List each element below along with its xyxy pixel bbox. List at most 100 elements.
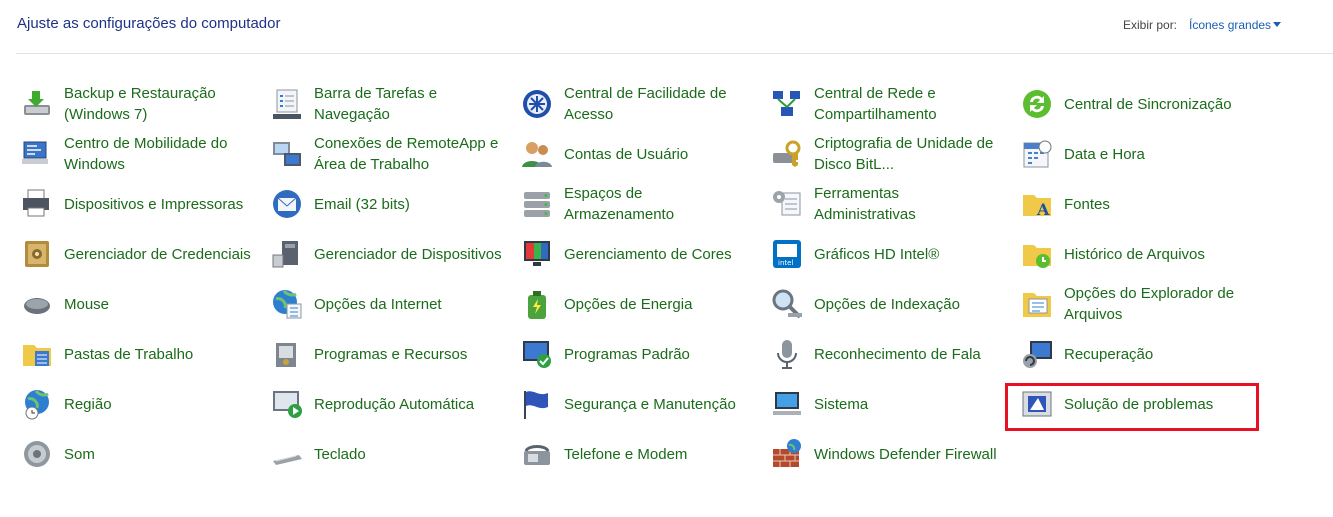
credential-vault-icon [20,237,54,271]
control-panel-item-label: Data e Hora [1064,145,1145,163]
control-panel-item[interactable]: Central de Rede e Compartilhamento [770,81,1010,127]
control-panel-item[interactable]: Programas Padrão [520,331,760,377]
control-panel-item-label: Fontes [1064,195,1110,213]
storage-spaces-icon [520,187,554,221]
fonts-folder-icon: A [1020,187,1054,221]
control-panel-item[interactable]: Reprodução Automática [270,381,510,427]
programs-features-icon [270,337,304,371]
control-panel-item[interactable]: Programas e Recursos [270,331,510,377]
keyboard-icon [270,437,304,471]
control-panel-item[interactable]: Dispositivos e Impressoras [20,181,260,227]
flag-icon [520,387,554,421]
control-panel-item-label: Pastas de Trabalho [64,345,194,363]
mouse-icon [20,287,54,321]
control-panel-item-label: Segurança e Manutenção [564,395,736,413]
control-panel-item-label: Sistema [814,395,869,413]
control-panel-item-label: Reconhecimento de Fala [814,345,981,363]
control-panel-item[interactable]: Central de Facilidade de Acesso [520,81,760,127]
file-history-icon [1020,237,1054,271]
control-panel-item[interactable]: Opções do Explorador de Arquivos [1020,281,1260,327]
control-panel-item[interactable]: Histórico de Arquivos [1020,231,1260,277]
control-panel-item[interactable]: Backup e Restauração (Windows 7) [20,81,260,127]
control-panel-item-label: Programas e Recursos [314,345,468,363]
printer-icon [20,187,54,221]
power-options-icon [520,287,554,321]
control-panel-item[interactable]: Segurança e Manutenção [520,381,760,427]
calendar-clock-icon [1020,137,1054,171]
control-panel-item-label: Teclado [314,445,366,463]
control-panel-item[interactable]: Reconhecimento de Fala [770,331,1010,377]
control-panel-item-label: Email (32 bits) [314,195,410,213]
control-panel-item[interactable]: Data e Hora [1020,131,1260,177]
control-panel-item-label: Central de Facilidade de Acesso [564,85,727,123]
network-icon [770,87,804,121]
intel-graphics-icon: intel [770,237,804,271]
control-panel-item[interactable]: Teclado [270,431,510,477]
control-panel-item[interactable]: Contas de Usuário [520,131,760,177]
control-panel-item[interactable]: Pastas de Trabalho [20,331,260,377]
control-panel-item[interactable]: Ferramentas Administrativas [770,181,1010,227]
internet-options-icon [270,287,304,321]
user-accounts-icon [520,137,554,171]
control-panel-item[interactable]: Criptografia de Unidade de Disco BitL... [770,131,1010,177]
control-panel-item-label: Ferramentas Administrativas [814,185,916,223]
phone-modem-icon [520,437,554,471]
control-panel-item-label: Contas de Usuário [564,145,689,163]
default-programs-icon [520,337,554,371]
firewall-icon [770,437,804,471]
indexing-icon [770,287,804,321]
control-panel-item[interactable]: Opções de Energia [520,281,760,327]
control-panel-item[interactable]: Telefone e Modem [520,431,760,477]
control-panel-item-label: Central de Sincronização [1064,95,1232,113]
control-panel-item[interactable]: Central de Sincronização [1020,81,1260,127]
ease-of-access-icon [520,87,554,121]
taskbar-icon [270,87,304,121]
control-panel-item[interactable]: Conexões de RemoteApp e Área de Trabalho [270,131,510,177]
control-panel-item-label: Backup e Restauração (Windows 7) [64,85,216,123]
sync-icon [1020,87,1054,121]
control-panel-item-label: Histórico de Arquivos [1064,245,1205,263]
control-panel-item-label: Dispositivos e Impressoras [64,195,244,213]
recovery-icon [1020,337,1054,371]
control-panel-item[interactable]: Barra de Tarefas e Navegação [270,81,510,127]
control-panel-item[interactable]: Recuperação [1020,331,1260,377]
control-panel-items: Backup e Restauração (Windows 7) Barra de… [0,0,1333,517]
control-panel-item-label: Central de Rede e Compartilhamento [814,85,937,123]
control-panel-item-label: Gerenciador de Credenciais [64,245,251,263]
control-panel-item-label: Opções de Energia [564,295,693,313]
globe-clock-icon [20,387,54,421]
bitlocker-icon [770,137,804,171]
control-panel-item[interactable]: Windows Defender Firewall [770,431,1010,477]
mail-icon [270,187,304,221]
control-panel-item-label: Gerenciamento de Cores [564,245,732,263]
control-panel-item-label: Reprodução Automática [314,395,475,413]
computer-icon [770,387,804,421]
folder-options-icon [1020,287,1054,321]
control-panel-item-label: Windows Defender Firewall [814,445,997,463]
control-panel-item[interactable]: Gerenciamento de Cores [520,231,760,277]
control-panel-item[interactable]: Opções da Internet [270,281,510,327]
speaker-icon [20,437,54,471]
control-panel-item-label: Gerenciador de Dispositivos [314,245,502,263]
control-panel-item[interactable]: Espaços de Armazenamento [520,181,760,227]
device-manager-icon [270,237,304,271]
control-panel-item-label: Gráficos HD Intel® [814,245,940,263]
control-panel-item[interactable]: A Fontes [1020,181,1260,227]
control-panel-item[interactable]: Opções de Indexação [770,281,1010,327]
control-panel-item-label: Espaços de Armazenamento [564,185,675,223]
control-panel-item[interactable]: Som [20,431,260,477]
control-panel-item[interactable]: Mouse [20,281,260,327]
color-management-icon [520,237,554,271]
control-panel-item-label: Região [64,395,112,413]
control-panel-item-label: Opções do Explorador de Arquivos [1064,285,1235,323]
control-panel-item-label: Mouse [64,295,110,313]
control-panel-item[interactable]: intel Gráficos HD Intel® [770,231,1010,277]
control-panel-item[interactable]: Sistema [770,381,1010,427]
control-panel-item[interactable]: Email (32 bits) [270,181,510,227]
control-panel-item-label: Barra de Tarefas e Navegação [314,85,438,123]
control-panel-item[interactable]: Gerenciador de Dispositivos [270,231,510,277]
control-panel-item[interactable]: Centro de Mobilidade do Windows [20,131,260,177]
control-panel-item[interactable]: Região [20,381,260,427]
control-panel-item-label: Opções da Internet [314,295,442,313]
control-panel-item[interactable]: Gerenciador de Credenciais [20,231,260,277]
